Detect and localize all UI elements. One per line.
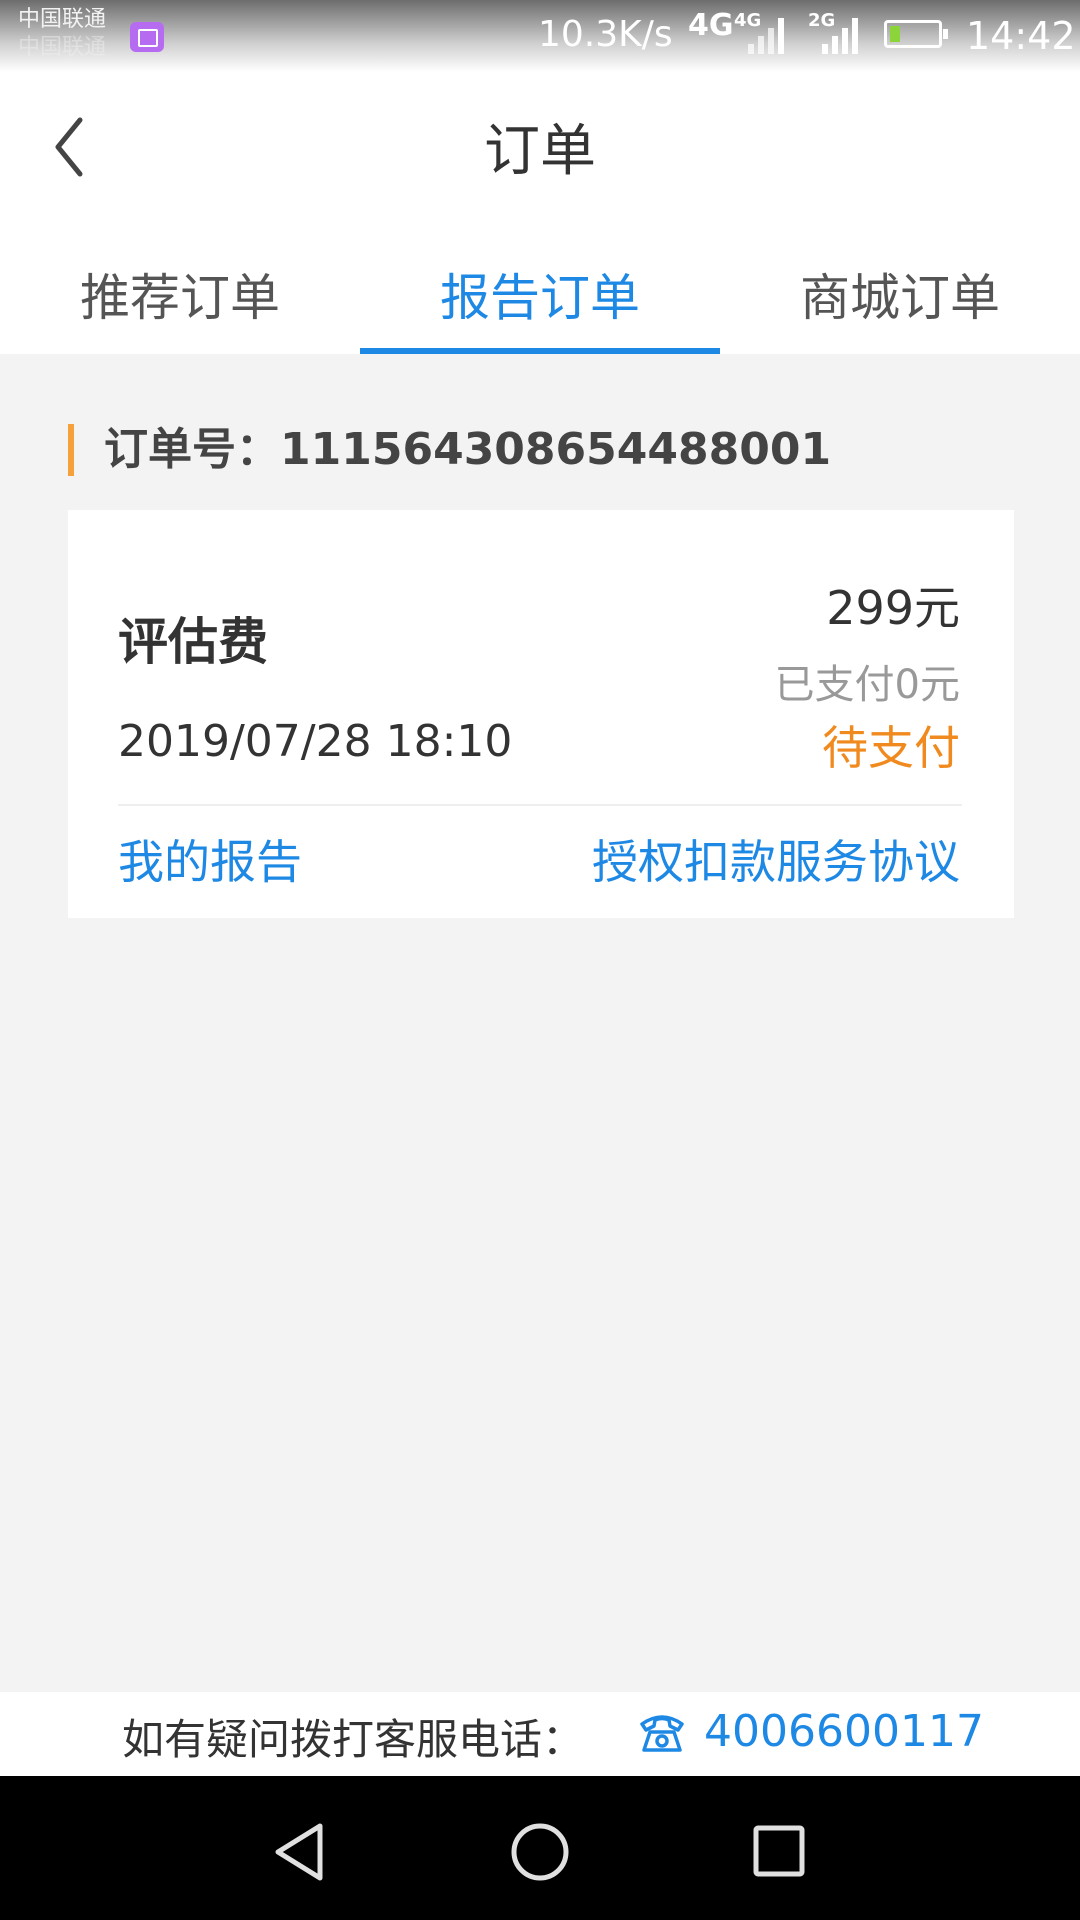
carrier-2: 中国联通 [18, 35, 107, 60]
my-report-link[interactable]: 我的报告 [118, 826, 302, 892]
nav-back-button[interactable] [262, 1812, 342, 1892]
order-number: 订单号：111564308654488001 [68, 424, 831, 476]
tab-mall-orders[interactable]: 商城订单 [720, 258, 1080, 330]
clock: 14:42 [966, 14, 1076, 58]
system-nav-bar [0, 1776, 1080, 1920]
network-speed: 10.3K/s [538, 14, 673, 55]
order-card: 评估费 299元 已支付0元 2019/07/28 18:10 待支付 我的报告… [68, 510, 1014, 918]
tab-report-orders[interactable]: 报告订单 [360, 258, 720, 330]
customer-service-bar[interactable]: 如有疑问拨打客服电话： 4006600117 [0, 1692, 1080, 1776]
order-amount: 299元 [826, 581, 960, 635]
status-badge: 待支付 [822, 721, 960, 775]
tab-bar: 推荐订单 报告订单 商城订单 [0, 214, 1080, 354]
carrier-label: 中国联通 中国联通 [18, 6, 106, 62]
battery-icon [884, 20, 948, 48]
telephone-icon [640, 1715, 684, 1752]
divider [118, 804, 962, 806]
triangle-back-icon [275, 1823, 323, 1881]
phone-number[interactable]: 4006600117 [704, 1706, 984, 1757]
nav-recents-button[interactable] [740, 1812, 820, 1892]
gallery-notification-icon [130, 22, 164, 52]
square-recents-icon [753, 1825, 805, 1877]
signal-bars-icon-2 [822, 16, 866, 54]
app-header: 订单 [0, 72, 1080, 214]
payment-agreement-link[interactable]: 授权扣款服务协议 [592, 826, 960, 892]
page-title: 订单 [484, 119, 596, 184]
active-tab-indicator [360, 348, 720, 354]
status-bar: 中国联通 中国联通 10.3K/s 4G 4G 2G 14:42 [0, 0, 1080, 72]
tab-recommended-orders[interactable]: 推荐订单 [0, 258, 360, 330]
network-type-4g: 4G [688, 8, 734, 43]
paid-amount: 已支付0元 [774, 662, 960, 708]
customer-service-text: 如有疑问拨打客服电话： [122, 1715, 585, 1764]
carrier-1: 中国联通 [18, 7, 107, 32]
fee-title: 评估费 [118, 613, 268, 671]
order-datetime: 2019/07/28 18:10 [118, 716, 513, 767]
signal-bars-icon [748, 16, 792, 54]
circle-home-icon [511, 1823, 569, 1881]
nav-home-button[interactable] [500, 1812, 580, 1892]
